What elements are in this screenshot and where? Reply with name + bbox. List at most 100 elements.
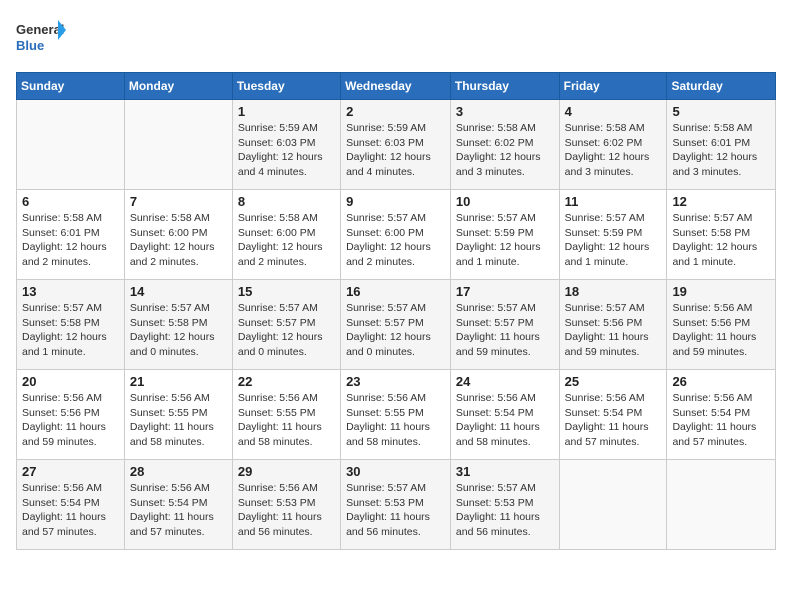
calendar-cell: 16Sunrise: 5:57 AM Sunset: 5:57 PM Dayli…: [341, 280, 451, 370]
day-info: Sunrise: 5:57 AM Sunset: 5:57 PM Dayligh…: [238, 301, 335, 360]
day-number: 14: [130, 284, 227, 299]
calendar-cell: [124, 100, 232, 190]
day-number: 21: [130, 374, 227, 389]
day-info: Sunrise: 5:57 AM Sunset: 5:58 PM Dayligh…: [672, 211, 770, 270]
weekday-header: Wednesday: [341, 73, 451, 100]
calendar-cell: 17 Sunrise: 5:57 AM Sunset: 5:57 PM Dayli…: [450, 280, 559, 370]
day-number: 7: [130, 194, 227, 209]
calendar-cell: 21 Sunrise: 5:56 AM Sunset: 5:55 PM Dayli…: [124, 370, 232, 460]
day-number: 22: [238, 374, 335, 389]
weekday-header: Friday: [559, 73, 667, 100]
calendar-cell: 28 Sunrise: 5:56 AM Sunset: 5:54 PM Dayli…: [124, 460, 232, 550]
calendar-cell: [17, 100, 125, 190]
calendar-cell: 10Sunrise: 5:57 AM Sunset: 5:59 PM Dayli…: [450, 190, 559, 280]
day-info: Sunrise: 5:57 AM Sunset: 5:56 PM Dayligh…: [565, 301, 662, 360]
calendar-cell: [667, 460, 776, 550]
calendar-cell: 14 Sunrise: 5:57 AM Sunset: 5:58 PM Dayli…: [124, 280, 232, 370]
calendar-cell: 12 Sunrise: 5:57 AM Sunset: 5:58 PM Dayli…: [667, 190, 776, 280]
calendar-cell: 30 Sunrise: 5:57 AM Sunset: 5:53 PM Dayli…: [341, 460, 451, 550]
calendar-week-row: 1 Sunrise: 5:59 AM Sunset: 6:03 PM Daylig…: [17, 100, 776, 190]
calendar-week-row: 6 Sunrise: 5:58 AM Sunset: 6:01 PM Daylig…: [17, 190, 776, 280]
day-number: 3: [456, 104, 554, 119]
day-number: 29: [238, 464, 335, 479]
day-number: 18: [565, 284, 662, 299]
day-number: 9: [346, 194, 445, 209]
logo: General Blue: [16, 16, 66, 60]
calendar-cell: 11Sunrise: 5:57 AM Sunset: 5:59 PM Dayli…: [559, 190, 667, 280]
day-info: Sunrise: 5:58 AM Sunset: 6:02 PM Dayligh…: [456, 121, 554, 180]
calendar-cell: 4 Sunrise: 5:58 AM Sunset: 6:02 PM Daylig…: [559, 100, 667, 190]
day-info: Sunrise: 5:57 AM Sunset: 5:53 PM Dayligh…: [346, 481, 445, 540]
calendar-cell: [559, 460, 667, 550]
day-info: Sunrise: 5:58 AM Sunset: 6:00 PM Dayligh…: [130, 211, 227, 270]
day-number: 15: [238, 284, 335, 299]
day-info: Sunrise: 5:57 AM Sunset: 5:59 PM Dayligh…: [565, 211, 662, 270]
day-info: Sunrise: 5:56 AM Sunset: 5:54 PM Dayligh…: [130, 481, 227, 540]
header: General Blue: [16, 16, 776, 60]
calendar-cell: 29 Sunrise: 5:56 AM Sunset: 5:53 PM Dayli…: [232, 460, 340, 550]
weekday-header: Thursday: [450, 73, 559, 100]
day-number: 30: [346, 464, 445, 479]
calendar-cell: 2Sunrise: 5:59 AM Sunset: 6:03 PM Daylig…: [341, 100, 451, 190]
calendar-week-row: 27 Sunrise: 5:56 AM Sunset: 5:54 PM Dayli…: [17, 460, 776, 550]
day-number: 27: [22, 464, 119, 479]
day-number: 8: [238, 194, 335, 209]
day-info: Sunrise: 5:58 AM Sunset: 6:02 PM Dayligh…: [565, 121, 662, 180]
calendar-week-row: 20Sunrise: 5:56 AM Sunset: 5:56 PM Dayli…: [17, 370, 776, 460]
calendar-cell: 3 Sunrise: 5:58 AM Sunset: 6:02 PM Daylig…: [450, 100, 559, 190]
calendar-cell: 27 Sunrise: 5:56 AM Sunset: 5:54 PM Dayli…: [17, 460, 125, 550]
svg-text:Blue: Blue: [16, 38, 44, 53]
day-info: Sunrise: 5:56 AM Sunset: 5:53 PM Dayligh…: [238, 481, 335, 540]
day-info: Sunrise: 5:58 AM Sunset: 6:01 PM Dayligh…: [22, 211, 119, 270]
calendar-body: 1 Sunrise: 5:59 AM Sunset: 6:03 PM Daylig…: [17, 100, 776, 550]
day-number: 17: [456, 284, 554, 299]
day-number: 24: [456, 374, 554, 389]
calendar-cell: 8Sunrise: 5:58 AM Sunset: 6:00 PM Daylig…: [232, 190, 340, 280]
day-info: Sunrise: 5:57 AM Sunset: 5:57 PM Dayligh…: [346, 301, 445, 360]
day-number: 13: [22, 284, 119, 299]
calendar-cell: 26 Sunrise: 5:56 AM Sunset: 5:54 PM Dayli…: [667, 370, 776, 460]
calendar-cell: 24 Sunrise: 5:56 AM Sunset: 5:54 PM Dayli…: [450, 370, 559, 460]
calendar-cell: 19Sunrise: 5:56 AM Sunset: 5:56 PM Dayli…: [667, 280, 776, 370]
day-number: 4: [565, 104, 662, 119]
day-info: Sunrise: 5:56 AM Sunset: 5:54 PM Dayligh…: [565, 391, 662, 450]
calendar-cell: 7 Sunrise: 5:58 AM Sunset: 6:00 PM Daylig…: [124, 190, 232, 280]
logo-svg: General Blue: [16, 16, 66, 60]
day-info: Sunrise: 5:56 AM Sunset: 5:54 PM Dayligh…: [22, 481, 119, 540]
day-number: 6: [22, 194, 119, 209]
weekday-header: Saturday: [667, 73, 776, 100]
day-info: Sunrise: 5:59 AM Sunset: 6:03 PM Dayligh…: [346, 121, 445, 180]
day-number: 25: [565, 374, 662, 389]
day-info: Sunrise: 5:56 AM Sunset: 5:56 PM Dayligh…: [22, 391, 119, 450]
weekday-header: Sunday: [17, 73, 125, 100]
weekday-header: Tuesday: [232, 73, 340, 100]
weekday-header: Monday: [124, 73, 232, 100]
day-number: 31: [456, 464, 554, 479]
day-info: Sunrise: 5:57 AM Sunset: 6:00 PM Dayligh…: [346, 211, 445, 270]
calendar-cell: 15 Sunrise: 5:57 AM Sunset: 5:57 PM Dayli…: [232, 280, 340, 370]
calendar-cell: 31Sunrise: 5:57 AM Sunset: 5:53 PM Dayli…: [450, 460, 559, 550]
day-info: Sunrise: 5:57 AM Sunset: 5:58 PM Dayligh…: [22, 301, 119, 360]
day-info: Sunrise: 5:56 AM Sunset: 5:54 PM Dayligh…: [672, 391, 770, 450]
day-number: 1: [238, 104, 335, 119]
day-info: Sunrise: 5:56 AM Sunset: 5:55 PM Dayligh…: [238, 391, 335, 450]
day-info: Sunrise: 5:57 AM Sunset: 5:58 PM Dayligh…: [130, 301, 227, 360]
calendar-cell: 5Sunrise: 5:58 AM Sunset: 6:01 PM Daylig…: [667, 100, 776, 190]
day-number: 5: [672, 104, 770, 119]
day-number: 10: [456, 194, 554, 209]
calendar-cell: 6 Sunrise: 5:58 AM Sunset: 6:01 PM Daylig…: [17, 190, 125, 280]
day-info: Sunrise: 5:56 AM Sunset: 5:54 PM Dayligh…: [456, 391, 554, 450]
calendar-cell: 23 Sunrise: 5:56 AM Sunset: 5:55 PM Dayli…: [341, 370, 451, 460]
day-number: 12: [672, 194, 770, 209]
day-info: Sunrise: 5:56 AM Sunset: 5:55 PM Dayligh…: [346, 391, 445, 450]
svg-text:General: General: [16, 22, 64, 37]
day-number: 23: [346, 374, 445, 389]
calendar-table: SundayMondayTuesdayWednesdayThursdayFrid…: [16, 72, 776, 550]
day-info: Sunrise: 5:56 AM Sunset: 5:55 PM Dayligh…: [130, 391, 227, 450]
day-info: Sunrise: 5:57 AM Sunset: 5:57 PM Dayligh…: [456, 301, 554, 360]
day-number: 26: [672, 374, 770, 389]
day-number: 19: [672, 284, 770, 299]
calendar-cell: 18 Sunrise: 5:57 AM Sunset: 5:56 PM Dayli…: [559, 280, 667, 370]
calendar-cell: 22 Sunrise: 5:56 AM Sunset: 5:55 PM Dayli…: [232, 370, 340, 460]
day-number: 28: [130, 464, 227, 479]
